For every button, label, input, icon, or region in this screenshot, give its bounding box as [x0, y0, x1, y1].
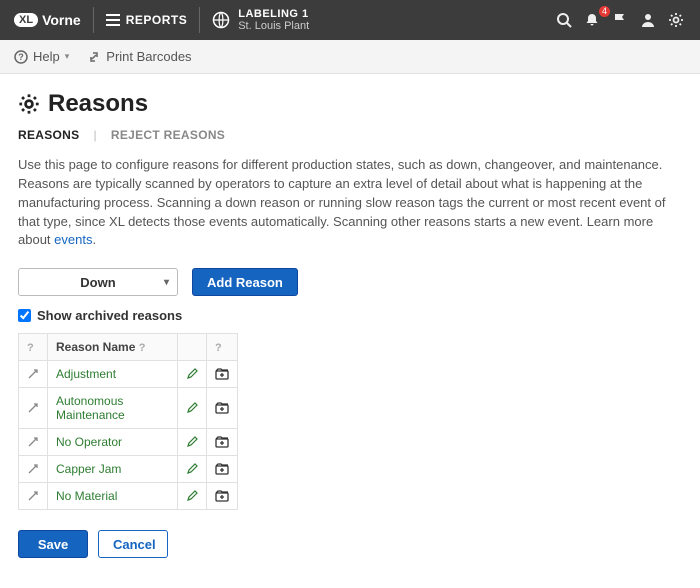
- save-button[interactable]: Save: [18, 530, 88, 558]
- header-name-text: Reason Name: [56, 340, 135, 354]
- help-label: Help: [33, 49, 60, 64]
- reports-label: REPORTS: [126, 13, 188, 27]
- table-row: No Material: [19, 483, 238, 510]
- link-icon: [87, 50, 101, 64]
- help-icon[interactable]: ?: [27, 342, 34, 354]
- events-link[interactable]: events: [54, 232, 92, 247]
- plant-site: St. Louis Plant: [238, 20, 309, 32]
- edit-icon[interactable]: [178, 361, 207, 388]
- bell-icon[interactable]: 4: [584, 12, 602, 28]
- header-name: Reason Name ?: [48, 334, 178, 361]
- table-row: Autonomous Maintenance: [19, 388, 238, 429]
- drag-handle[interactable]: [19, 483, 48, 510]
- archive-icon[interactable]: [207, 483, 238, 510]
- show-archived-checkbox[interactable]: [18, 309, 31, 322]
- reason-name[interactable]: Capper Jam: [48, 456, 178, 483]
- help-icon: ?: [14, 50, 28, 64]
- tab-separator: |: [93, 128, 96, 142]
- table-row: Capper Jam: [19, 456, 238, 483]
- header-edit: [178, 334, 207, 361]
- drag-handle[interactable]: [19, 429, 48, 456]
- svg-text:?: ?: [18, 52, 24, 62]
- hamburger-icon: [106, 14, 120, 26]
- reason-name[interactable]: No Operator: [48, 429, 178, 456]
- edit-icon[interactable]: [178, 429, 207, 456]
- table-row: No Operator: [19, 429, 238, 456]
- plant-selector[interactable]: LABELING 1 St. Louis Plant: [212, 8, 309, 32]
- show-archived-label: Show archived reasons: [37, 308, 182, 323]
- edit-icon[interactable]: [178, 456, 207, 483]
- edit-icon[interactable]: [178, 483, 207, 510]
- gear-icon[interactable]: [668, 12, 686, 28]
- page-description: Use this page to configure reasons for d…: [18, 156, 678, 250]
- brand-logo[interactable]: XL Vorne: [14, 12, 81, 28]
- notification-badge: 4: [599, 6, 610, 17]
- toolbar: Down ▾ Add Reason: [18, 268, 682, 296]
- tab-reasons[interactable]: REASONS: [18, 128, 79, 142]
- reasons-table: ? Reason Name ? ? AdjustmentAutonomous M…: [18, 333, 238, 510]
- archive-icon[interactable]: [207, 388, 238, 429]
- brand-xl: XL: [14, 13, 38, 27]
- print-label: Print Barcodes: [106, 49, 191, 64]
- help-icon[interactable]: ?: [215, 342, 222, 354]
- sub-nav: ? Help ▾ Print Barcodes: [0, 40, 700, 74]
- reason-name[interactable]: No Material: [48, 483, 178, 510]
- help-menu[interactable]: ? Help ▾: [14, 49, 69, 64]
- table-row: Adjustment: [19, 361, 238, 388]
- desc-text-a: Use this page to configure reasons for d…: [18, 157, 665, 247]
- desc-text-b: .: [92, 232, 96, 247]
- state-value: Down: [80, 275, 115, 290]
- globe-icon: [212, 11, 230, 29]
- show-archived-toggle[interactable]: Show archived reasons: [18, 308, 682, 323]
- chevron-down-icon: ▾: [164, 277, 169, 288]
- print-barcodes-link[interactable]: Print Barcodes: [87, 49, 191, 64]
- reports-menu[interactable]: REPORTS: [106, 13, 188, 27]
- edit-icon[interactable]: [178, 388, 207, 429]
- brand-name: Vorne: [42, 12, 81, 28]
- drag-handle[interactable]: [19, 456, 48, 483]
- plant-line: LABELING 1: [238, 8, 309, 20]
- add-reason-button[interactable]: Add Reason: [192, 268, 298, 296]
- flag-icon[interactable]: [612, 12, 630, 28]
- help-icon[interactable]: ?: [139, 342, 146, 354]
- top-nav: XL Vorne REPORTS LABELING 1 St. Louis Pl…: [0, 0, 700, 40]
- table-header-row: ? Reason Name ? ?: [19, 334, 238, 361]
- reason-name[interactable]: Adjustment: [48, 361, 178, 388]
- page-content: Reasons REASONS | REJECT REASONS Use thi…: [0, 74, 700, 588]
- search-icon[interactable]: [556, 12, 574, 28]
- drag-handle[interactable]: [19, 361, 48, 388]
- divider: [93, 7, 94, 33]
- drag-handle[interactable]: [19, 388, 48, 429]
- footer-buttons: Save Cancel: [18, 530, 682, 558]
- page-title: Reasons: [18, 90, 682, 118]
- reason-name[interactable]: Autonomous Maintenance: [48, 388, 178, 429]
- state-dropdown[interactable]: Down ▾: [18, 268, 178, 296]
- divider: [199, 7, 200, 33]
- user-icon[interactable]: [640, 12, 658, 28]
- page-tabs: REASONS | REJECT REASONS: [18, 128, 682, 142]
- cancel-button[interactable]: Cancel: [98, 530, 168, 558]
- archive-icon[interactable]: [207, 456, 238, 483]
- gear-icon: [18, 93, 40, 115]
- tab-reject-reasons[interactable]: REJECT REASONS: [111, 128, 225, 142]
- header-archive: ?: [207, 334, 238, 361]
- archive-icon[interactable]: [207, 429, 238, 456]
- plant-text: LABELING 1 St. Louis Plant: [238, 8, 309, 32]
- archive-icon[interactable]: [207, 361, 238, 388]
- header-drag: ?: [19, 334, 48, 361]
- chevron-down-icon: ▾: [65, 51, 70, 62]
- page-title-text: Reasons: [48, 90, 148, 118]
